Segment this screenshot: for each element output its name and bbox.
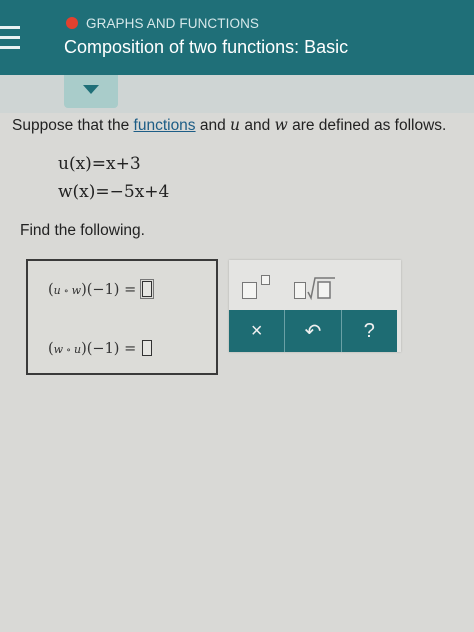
equation-w: w(x)=−5x+4 — [58, 182, 170, 202]
topic-row: GRAPHS AND FUNCTIONS — [66, 14, 259, 32]
chevron-down-icon — [83, 85, 99, 94]
clear-button[interactable]: × — [229, 310, 286, 352]
help-button[interactable]: ? — [342, 310, 397, 352]
square-root-button[interactable] — [291, 270, 335, 302]
top-bar: GRAPHS AND FUNCTIONS Composition of two … — [0, 0, 474, 75]
square-root-icon — [307, 277, 335, 301]
answer-row-u-of-w: (u ∘ w)(−1) = — [48, 279, 155, 299]
question-mark-icon: ? — [363, 319, 375, 342]
undo-button[interactable]: ↶ — [285, 310, 342, 352]
equation-u: u(x)=x+3 — [58, 154, 141, 174]
find-label: Find the following. — [20, 222, 145, 239]
lesson-title: Composition of two functions: Basic — [64, 37, 349, 57]
topic-status-dot — [66, 17, 78, 29]
action-toolbar: × ↶ ? — [229, 310, 397, 352]
undo-arrow-icon: ↶ — [304, 320, 322, 343]
multiply-x-icon: × — [250, 319, 263, 342]
answer-input-w-of-u[interactable] — [142, 340, 153, 356]
superscript-button[interactable] — [239, 270, 283, 302]
var-w: w — [274, 116, 288, 134]
collapse-tab[interactable] — [64, 75, 118, 108]
question-intro: Suppose that the functions and u and w a… — [12, 116, 447, 134]
answer-panel: (u ∘ w)(−1) = (w ∘ u)(−1) = — [26, 259, 218, 375]
answer-row-w-of-u: (w ∘ u)(−1) = — [48, 340, 153, 357]
hamburger-menu-icon[interactable] — [0, 26, 20, 50]
answer-input-u-of-w[interactable] — [140, 279, 155, 299]
functions-link[interactable]: functions — [134, 117, 196, 134]
topic-label: GRAPHS AND FUNCTIONS — [86, 15, 260, 31]
var-u: u — [230, 116, 241, 134]
